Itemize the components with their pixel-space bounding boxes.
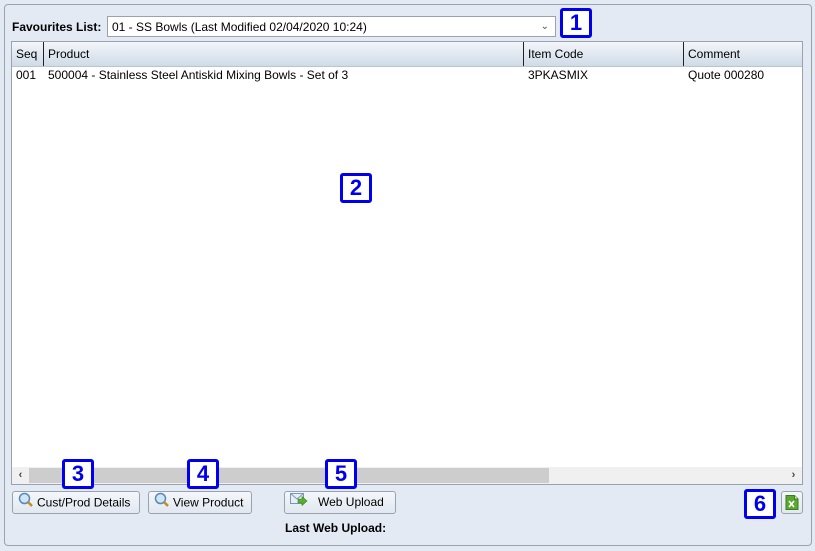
table-row[interactable]: 001 500004 - Stainless Steel Antiskid Mi… xyxy=(12,66,802,84)
column-header-comment[interactable]: Comment xyxy=(684,42,802,66)
horizontal-scrollbar[interactable]: ‹ › xyxy=(12,467,802,484)
view-product-label: View Product xyxy=(173,495,244,510)
view-product-button[interactable]: View Product xyxy=(148,491,252,514)
magnifier-icon xyxy=(154,492,170,515)
column-header-seq[interactable]: Seq xyxy=(12,42,44,66)
chevron-down-icon[interactable]: ⌄ xyxy=(541,21,549,32)
column-header-item-code[interactable]: Item Code xyxy=(524,42,684,66)
favourites-list-dropdown[interactable]: 01 - SS Bowls (Last Modified 02/04/2020 … xyxy=(107,16,556,37)
last-web-upload-label: Last Web Upload: xyxy=(285,521,387,535)
excel-icon xyxy=(785,495,799,517)
cust-prod-details-label: Cust/Prod Details xyxy=(37,495,131,510)
table-header: Seq Product Item Code Comment xyxy=(12,42,802,67)
callout-badge-6: 6 xyxy=(744,489,776,519)
callout-badge-4: 4 xyxy=(187,459,219,489)
column-header-product[interactable]: Product xyxy=(44,42,524,66)
callout-badge-1: 1 xyxy=(560,8,592,38)
callout-badge-5: 5 xyxy=(325,459,357,489)
cell-item-code: 3PKASMIX xyxy=(528,68,589,82)
web-upload-label: Web Upload xyxy=(318,495,384,509)
favourites-list-value: 01 - SS Bowls (Last Modified 02/04/2020 … xyxy=(112,20,367,34)
scroll-left-arrow[interactable]: ‹ xyxy=(12,468,29,483)
mail-upload-icon xyxy=(290,492,308,513)
cust-prod-details-button[interactable]: Cust/Prod Details xyxy=(12,491,140,514)
cell-product: 500004 - Stainless Steel Antiskid Mixing… xyxy=(48,68,349,82)
magnifier-icon xyxy=(18,492,34,515)
cell-seq: 001 xyxy=(16,68,37,82)
export-excel-button[interactable] xyxy=(781,491,803,514)
scroll-right-arrow[interactable]: › xyxy=(785,468,802,483)
web-upload-button[interactable]: Web Upload xyxy=(284,491,396,514)
scrollbar-thumb[interactable] xyxy=(29,468,549,483)
cell-comment: Quote 000280 xyxy=(688,68,765,82)
callout-badge-2: 2 xyxy=(340,173,372,203)
favourites-table: Seq Product Item Code Comment 001 500004… xyxy=(11,41,803,485)
callout-badge-3: 3 xyxy=(62,459,94,489)
favourites-list-label: Favourites List: xyxy=(12,20,102,34)
